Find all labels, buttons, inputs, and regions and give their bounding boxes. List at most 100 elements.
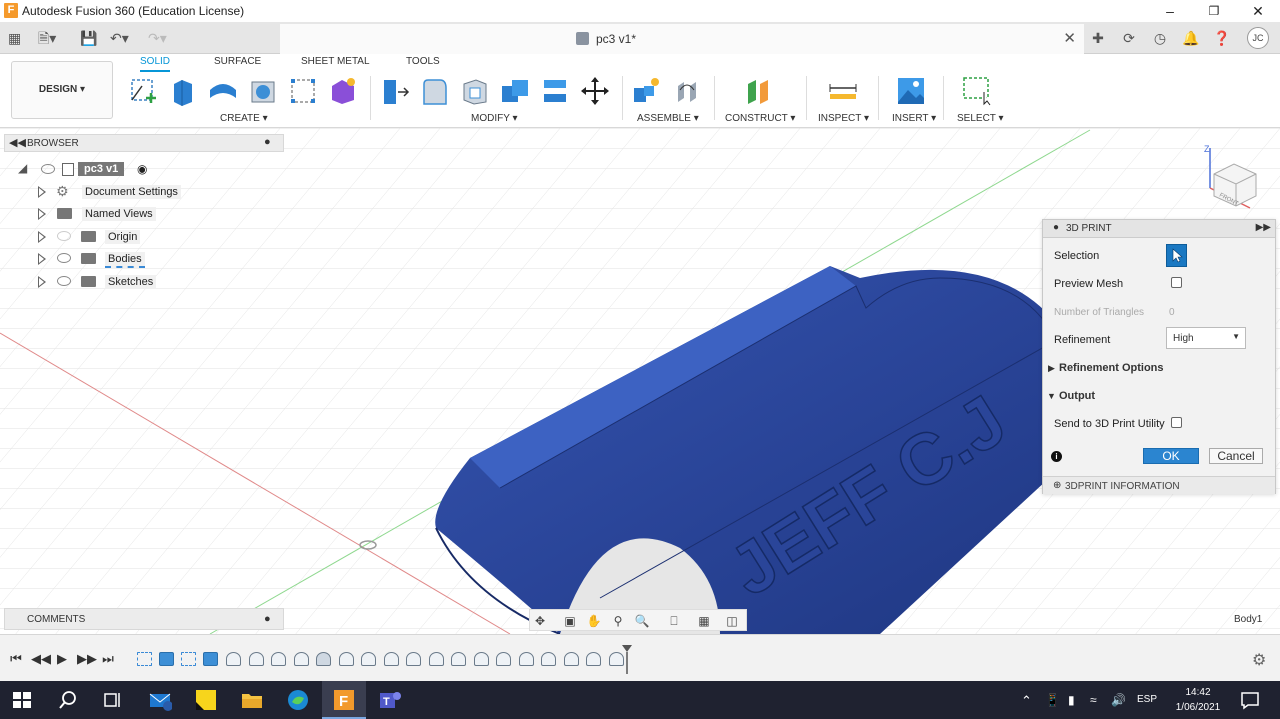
insert-menu[interactable]: INSERT ▾: [892, 113, 936, 124]
visibility-eye-icon[interactable]: [57, 231, 71, 241]
zoom-icon[interactable]: ⚲: [610, 613, 626, 629]
timeline-feature[interactable]: [159, 652, 174, 666]
timeline-feature[interactable]: [541, 652, 556, 666]
assemble-menu[interactable]: ASSEMBLE ▾: [637, 113, 699, 124]
windows-start-icon[interactable]: [10, 688, 34, 712]
restore-icon[interactable]: ❐: [1192, 0, 1236, 22]
browser-item-named-views[interactable]: Named Views: [36, 205, 186, 223]
expand-triangle-icon[interactable]: ◢: [18, 161, 27, 175]
joint-icon[interactable]: [672, 76, 702, 106]
minimize-icon[interactable]: –: [1148, 0, 1192, 22]
fillet-icon[interactable]: [420, 76, 450, 106]
notifications-bell-icon[interactable]: 🔔: [1180, 28, 1202, 48]
timeline-feature[interactable]: [586, 652, 601, 666]
timeline-feature[interactable]: [519, 652, 534, 666]
timeline-feature[interactable]: [564, 652, 579, 666]
language-indicator[interactable]: ESP: [1137, 694, 1157, 705]
display-settings-icon[interactable]: ⎕: [666, 613, 682, 629]
timeline-feature[interactable]: [451, 652, 466, 666]
browser-panel-header[interactable]: ◀◀ BROWSER ●: [4, 134, 284, 152]
expand-arrow-icon[interactable]: [38, 231, 46, 243]
browser-item-document-settings[interactable]: ⚙ Document Settings: [36, 183, 186, 201]
pattern-icon[interactable]: [288, 76, 318, 106]
collapse-arrow-icon[interactable]: ▼: [1047, 391, 1056, 401]
undo-icon[interactable]: ↶▾: [110, 28, 129, 48]
close-document-icon[interactable]: ✕: [1063, 29, 1076, 47]
play-icon[interactable]: ▶: [54, 651, 70, 667]
job-status-icon[interactable]: ◷: [1149, 28, 1171, 48]
select-menu[interactable]: SELECT ▾: [957, 113, 1004, 124]
grid-settings-icon[interactable]: ▦: [696, 613, 712, 629]
form-icon[interactable]: [328, 76, 358, 106]
battery-icon[interactable]: ▮: [1068, 693, 1075, 707]
browser-item-origin[interactable]: Origin: [36, 228, 186, 246]
help-icon[interactable]: ❓: [1211, 28, 1233, 48]
file-explorer-icon[interactable]: [240, 688, 264, 712]
timeline-feature[interactable]: [429, 652, 444, 666]
construct-menu[interactable]: CONSTRUCT ▾: [725, 113, 795, 124]
minimize-panel-icon[interactable]: ●: [264, 136, 271, 148]
go-to-end-icon[interactable]: ⏭: [100, 651, 116, 667]
timeline-feature[interactable]: [339, 652, 354, 666]
document-tab[interactable]: pc3 v1* ✕: [280, 24, 1084, 54]
volume-icon[interactable]: 🔊: [1111, 693, 1126, 707]
timeline-feature[interactable]: [137, 652, 152, 666]
task-view-icon[interactable]: [100, 688, 124, 712]
shell-icon[interactable]: [460, 76, 490, 106]
sticky-notes-icon[interactable]: [194, 688, 218, 712]
timeline-feature[interactable]: [181, 652, 196, 666]
pan-hand-icon[interactable]: ✋: [586, 613, 602, 629]
comments-panel[interactable]: COMMENTS ●: [4, 608, 284, 630]
timeline-feature[interactable]: [203, 652, 218, 666]
output-section[interactable]: Output: [1059, 390, 1095, 402]
close-icon[interactable]: ✕: [1236, 0, 1280, 22]
go-to-start-icon[interactable]: ⏮: [8, 651, 24, 667]
zoom-window-icon[interactable]: 🔍: [634, 613, 650, 629]
new-component-icon[interactable]: [632, 76, 662, 106]
cancel-button[interactable]: Cancel: [1209, 448, 1263, 464]
search-icon[interactable]: [56, 688, 80, 712]
press-pull-icon[interactable]: [380, 76, 410, 106]
timeline-marker[interactable]: [621, 644, 633, 674]
timeline-feature[interactable]: [496, 652, 511, 666]
add-circle-icon[interactable]: ⊕: [1053, 480, 1061, 491]
expand-arrow-icon[interactable]: [38, 276, 46, 288]
revolve-icon[interactable]: [208, 76, 238, 106]
sweep-icon[interactable]: [248, 76, 278, 106]
workspace-switcher-button[interactable]: DESIGN ▾: [11, 61, 113, 119]
edge-browser-icon[interactable]: [286, 688, 310, 712]
preview-mesh-checkbox[interactable]: [1171, 277, 1182, 288]
step-forward-icon[interactable]: ▶▶: [77, 651, 97, 667]
expand-arrow-icon[interactable]: ▶: [1048, 363, 1055, 374]
notification-center-icon[interactable]: [1238, 688, 1262, 712]
info-icon[interactable]: i: [1051, 451, 1062, 462]
dialog-collapse-icon[interactable]: ●: [1053, 222, 1059, 233]
mail-app-icon[interactable]: [148, 688, 172, 712]
split-body-icon[interactable]: [540, 76, 570, 106]
tab-sheet-metal[interactable]: SHEET METAL: [301, 56, 370, 72]
insert-image-icon[interactable]: [896, 76, 926, 106]
fusion-360-taskbar-icon[interactable]: F: [332, 688, 356, 712]
data-panel-grid-icon[interactable]: ▦: [8, 28, 21, 48]
modify-menu[interactable]: MODIFY ▾: [471, 113, 518, 124]
orbit-icon[interactable]: ✥: [532, 613, 548, 629]
collapse-panel-icon[interactable]: ◀◀: [9, 136, 26, 149]
browser-item-sketches[interactable]: Sketches: [36, 273, 186, 291]
selection-button[interactable]: [1166, 244, 1187, 267]
tab-tools[interactable]: TOOLS: [406, 56, 440, 72]
timeline-feature[interactable]: [474, 652, 489, 666]
add-comment-icon[interactable]: ●: [264, 613, 271, 625]
measure-icon[interactable]: [828, 76, 858, 106]
wifi-icon[interactable]: ≈: [1090, 693, 1097, 707]
tab-surface[interactable]: SURFACE: [214, 56, 261, 72]
refinement-options-section[interactable]: Refinement Options: [1059, 362, 1164, 374]
move-copy-icon[interactable]: [580, 76, 610, 106]
timeline-feature[interactable]: [316, 652, 331, 666]
visibility-eye-icon[interactable]: [57, 276, 71, 286]
timeline-settings-gear-icon[interactable]: ⚙: [1252, 650, 1266, 670]
device-icon[interactable]: 📱: [1045, 693, 1060, 707]
activate-radio-icon[interactable]: ◉: [137, 162, 147, 176]
dialog-expand-icon[interactable]: ▶▶: [1256, 222, 1271, 233]
save-icon[interactable]: 💾: [80, 28, 97, 48]
teams-app-icon[interactable]: T: [378, 688, 402, 712]
